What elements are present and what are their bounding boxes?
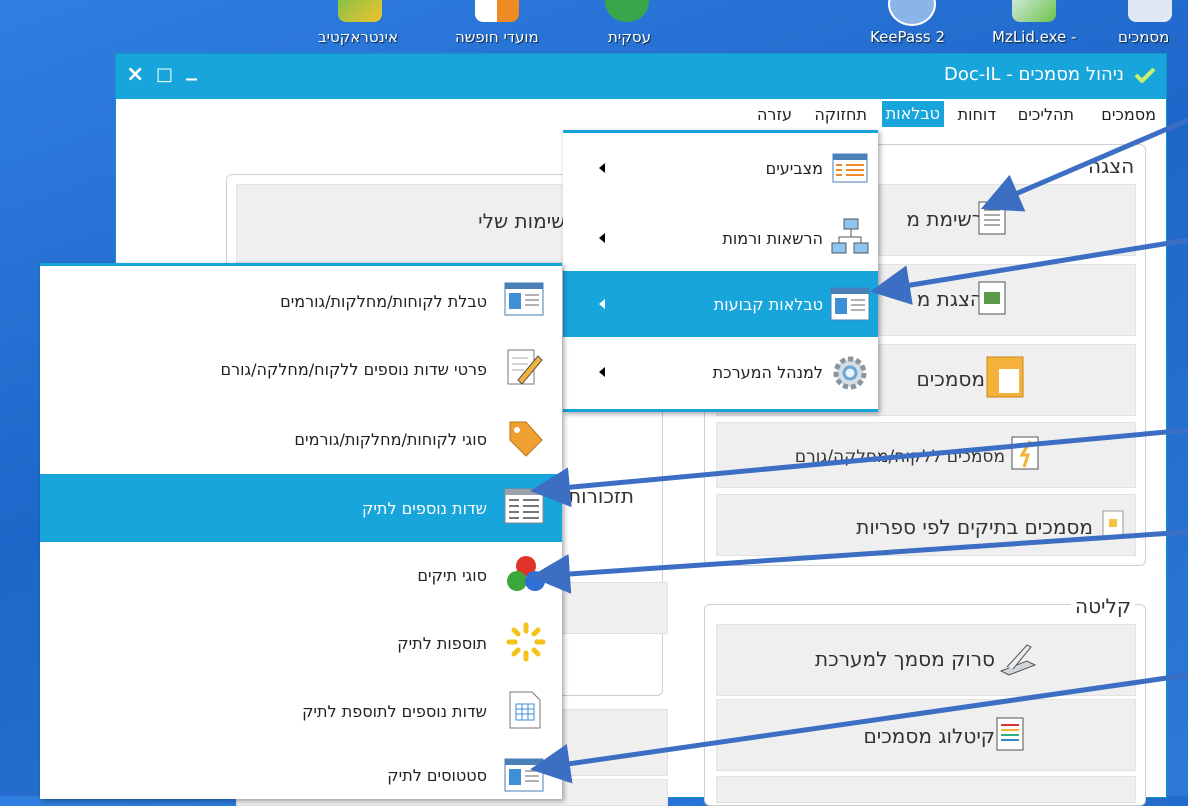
tile-label: מסמכים ללקוח/מחלקה/גורם	[794, 447, 1005, 467]
submenu-item-label: שדות נוספים לתיק	[362, 499, 487, 518]
tables-menu: מצביעים הרשאות ורמות טבלאות קבועות למנהל…	[563, 130, 878, 412]
menu-item-label: טבלאות קבועות	[713, 295, 823, 314]
submenu-item-label: שדות נוספים לתוספת לתיק	[302, 702, 487, 721]
tag-icon	[509, 421, 543, 457]
submenu-arrow-icon	[599, 163, 605, 173]
app-icon	[1012, 0, 1056, 22]
document-list-icon	[978, 201, 1006, 235]
desktop-icon-label: מסמכים	[1118, 28, 1170, 46]
submenu-item-client-types[interactable]: סוגי לקוחות/מחלקות/גורמים	[40, 406, 562, 472]
app-icon	[1128, 0, 1172, 22]
spreadsheet-icon	[509, 691, 541, 729]
submenu-item-label: טבלת לקוחות/מחלקות/גורמים	[280, 292, 487, 311]
desktop-icon-label: מועדי חופשה	[455, 28, 539, 46]
submenu-item-file-additions[interactable]: תוספות לתיק	[40, 612, 562, 678]
desktop-icon-mzlid[interactable]: MzLid.exe -	[992, 0, 1092, 46]
submenu-item-label: סטטוסים לתיק	[387, 766, 487, 785]
desktop-icon-label: עסקית	[608, 28, 651, 46]
submenu-item-label: סוגי תיקים	[417, 566, 487, 585]
form-grid-icon	[504, 488, 544, 524]
menu-item-label: הרשאות ורמות	[722, 229, 823, 248]
tile-label: קיטלוג מסמכים	[863, 724, 995, 748]
desktop-icon-vacation[interactable]: מועדי חופשה	[455, 0, 575, 46]
menu-bar: מסמכים תהליכים דוחות טבלאות תחזוקה עזרה	[116, 99, 1166, 129]
menu-item-permissions[interactable]: הרשאות ורמות	[563, 203, 878, 269]
edit-pencil-icon	[507, 349, 543, 385]
tile-label: מסמכים	[916, 367, 985, 391]
fixed-tables-icon	[830, 287, 870, 321]
folder-icon	[986, 356, 1024, 398]
close-button[interactable]: ×	[126, 62, 144, 87]
table-list-icon	[832, 153, 868, 183]
desktop-icon-label: KeePass 2	[870, 28, 946, 46]
menu-help[interactable]: עזרה	[753, 104, 796, 125]
submenu-item-client-extra-fields[interactable]: פרטי שדות נוספים ללקוח/מחלקה/גורם	[40, 338, 562, 404]
desktop-icon-interactive[interactable]: אינטראקטיב	[318, 0, 438, 46]
display-section-title: הצגה	[1084, 154, 1139, 178]
menu-processes[interactable]: תהליכים	[1014, 104, 1078, 125]
card-table-icon	[504, 758, 544, 792]
tile-label: הצגת מ	[916, 287, 983, 311]
menu-item-label: מצביעים	[765, 159, 823, 178]
gear-icon	[833, 356, 867, 390]
network-computers-icon	[831, 218, 869, 254]
menu-maintenance[interactable]: תחזוקה	[810, 104, 871, 125]
menu-item-label: למנהל המערכת	[712, 363, 823, 382]
checkmark-icon	[1134, 67, 1156, 83]
menu-item-fixed-tables[interactable]: טבלאות קבועות	[563, 271, 878, 337]
menu-reports[interactable]: דוחות	[954, 104, 1000, 125]
fixed-tables-submenu: טבלת לקוחות/מחלקות/גורמים פרטי שדות נוספ…	[40, 263, 562, 799]
tile-label: סרוק מסמך למערכת	[815, 647, 995, 671]
minimize-button[interactable]: _	[186, 56, 197, 81]
desktop-icon-label: אינטראקטיב	[318, 28, 399, 46]
window-title: ניהול מסמכים - Doc-IL	[943, 64, 1124, 85]
submenu-arrow-icon	[599, 233, 605, 243]
submenu-item-label: פרטי שדות נוספים ללקוח/מחלקה/גורם	[220, 360, 487, 379]
document-icon	[1102, 510, 1124, 538]
menu-item-pointers[interactable]: מצביעים	[563, 137, 878, 199]
app-icon	[338, 0, 382, 22]
submenu-item-label: תוספות לתיק	[397, 634, 487, 653]
app-icon	[605, 0, 649, 22]
desktop-icon-documents[interactable]: מסמכים	[1118, 0, 1188, 46]
intake-tile-catalog[interactable]: קיטלוג מסמכים	[716, 699, 1136, 771]
desktop-icon-keepass[interactable]: KeePass 2	[870, 0, 970, 46]
display-tile-docs-by-library[interactable]: מסמכים בתיקים לפי ספריות	[716, 494, 1136, 556]
intake-tile-scan[interactable]: סרוק מסמך למערכת	[716, 624, 1136, 696]
title-bar: × □ _ ניהול מסמכים - Doc-IL	[116, 54, 1166, 99]
menu-tables[interactable]: טבלאות	[881, 101, 944, 127]
reminders-title: תזכורות	[564, 484, 638, 508]
submenu-item-label: סוגי לקוחות/מחלקות/גורמים	[294, 430, 487, 449]
catalog-document-icon	[996, 717, 1024, 751]
colored-balls-icon	[507, 556, 545, 591]
card-table-icon	[504, 282, 544, 316]
desktop-icon-business[interactable]: עסקית	[600, 0, 670, 46]
submenu-item-clients-table[interactable]: טבלת לקוחות/מחלקות/גורמים	[40, 270, 562, 336]
menu-item-system-admin[interactable]: למנהל המערכת	[563, 339, 878, 405]
submenu-item-file-extra-fields[interactable]: שדות נוספים לתיק	[40, 474, 562, 542]
submenu-arrow-icon	[599, 367, 605, 377]
submenu-item-file-types[interactable]: סוגי תיקים	[40, 544, 562, 610]
menu-documents[interactable]: מסמכים	[1097, 104, 1160, 125]
intake-section-title: קליטה	[1071, 594, 1136, 618]
image-document-icon	[978, 281, 1006, 315]
keepass-icon	[888, 0, 936, 26]
maximize-button[interactable]: □	[156, 64, 173, 85]
display-tile-docs-per-client[interactable]: מסמכים ללקוח/מחלקה/גורם	[716, 422, 1136, 488]
tile-label: מסמכים בתיקים לפי ספריות	[856, 515, 1093, 539]
submenu-arrow-icon	[599, 299, 605, 309]
tile-label: רשימת מ	[906, 207, 983, 231]
scanner-icon	[999, 644, 1037, 676]
document-icon	[475, 0, 519, 22]
document-lightning-icon	[1011, 436, 1039, 470]
submenu-item-file-statuses[interactable]: סטטוסים לתיק	[40, 748, 562, 798]
sparkle-icon	[506, 622, 546, 662]
intake-tile[interactable]	[716, 776, 1136, 803]
submenu-item-addition-extra-fields[interactable]: שדות נוספים לתוספת לתיק	[40, 680, 562, 746]
desktop-icon-label: MzLid.exe -	[992, 28, 1077, 46]
